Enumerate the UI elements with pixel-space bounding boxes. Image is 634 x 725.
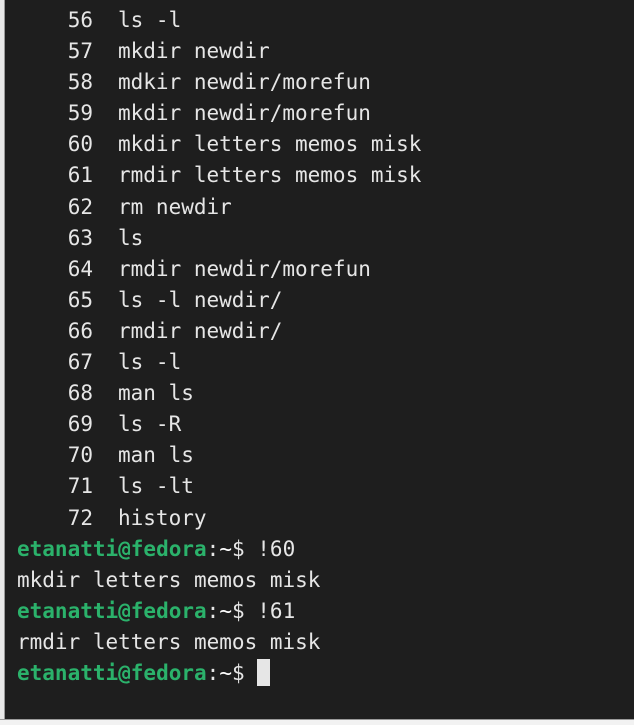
- prompt-user-host: etanatti@fedora: [17, 536, 207, 561]
- prompt-colon: :: [206, 660, 220, 685]
- history-number: 65: [67, 287, 93, 312]
- history-line: 57 mkdir newdir: [5, 36, 421, 67]
- history-line: 64 rmdir newdir/morefun: [5, 254, 421, 285]
- history-line: 56 ls -l: [5, 5, 421, 36]
- history-command: ls -l: [118, 350, 182, 375]
- history-line: 63 ls: [5, 223, 421, 254]
- history-command: rmdir newdir/: [118, 318, 283, 343]
- history-line: 65 ls -l newdir/: [5, 285, 421, 316]
- history-number: 71: [67, 474, 93, 499]
- history-number: 56: [67, 8, 93, 32]
- history-line: 58 mdkir newdir/morefun: [5, 67, 421, 98]
- history-line: 67 ls -l: [5, 347, 421, 378]
- history-number: 59: [67, 101, 93, 126]
- history-number: 63: [67, 225, 93, 250]
- history-line: 70 man ls: [5, 440, 421, 471]
- history-line: 59 mkdir newdir/morefun: [5, 98, 421, 129]
- history-line: 62 rm newdir: [5, 192, 421, 223]
- entered-command: !60: [257, 536, 296, 561]
- history-command: mkdir letters memos misk: [118, 132, 422, 157]
- terminal-window[interactable]: 56 ls -l 57 mkdir newdir 58 mdkir newdir/mo…: [5, 0, 634, 719]
- history-number: 68: [67, 381, 93, 406]
- prompt-colon: :: [206, 598, 220, 623]
- history-line: 68 man ls: [5, 378, 421, 409]
- prompt-colon: :: [206, 536, 220, 561]
- history-number: 69: [67, 412, 93, 437]
- history-number: 72: [67, 505, 93, 530]
- history-line: 61 rmdir letters memos misk: [5, 160, 422, 191]
- entered-command: !61: [257, 598, 296, 623]
- history-number: 62: [67, 194, 93, 219]
- history-number: 64: [67, 256, 93, 281]
- history-number: 67: [67, 350, 93, 375]
- history-command: mkdir newdir/morefun: [118, 101, 371, 126]
- history-command: ls -R: [118, 412, 182, 437]
- terminal-output: 56 ls -l 57 mkdir newdir 58 mdkir newdir/mo…: [5, 5, 421, 689]
- history-line: 72 history: [5, 503, 421, 534]
- history-command: ls: [118, 225, 144, 250]
- active-prompt-line[interactable]: etanatti@fedora:~$: [5, 658, 421, 689]
- history-command: mdkir newdir/morefun: [118, 70, 371, 95]
- history-command: ls -l: [118, 8, 182, 32]
- history-command: rm newdir: [118, 194, 232, 219]
- prompt-dollar: $: [231, 536, 245, 561]
- history-line: 71 ls -lt: [5, 471, 421, 502]
- prompt-path: ~: [219, 536, 232, 561]
- prompt-line: etanatti@fedora:~$ !61: [5, 596, 421, 627]
- history-number: 66: [67, 318, 93, 343]
- history-line: 66 rmdir newdir/: [5, 316, 421, 347]
- prompt-dollar: $: [231, 598, 245, 623]
- history-command: ls -lt: [118, 474, 194, 499]
- prompt-path: ~: [219, 598, 232, 623]
- history-number: 61: [67, 163, 93, 188]
- command-output: mkdir letters memos misk: [17, 567, 321, 592]
- history-line: 69 ls -R: [5, 409, 421, 440]
- text-cursor[interactable]: [256, 658, 270, 686]
- history-command: man ls: [118, 443, 194, 468]
- history-command: mkdir newdir: [118, 39, 270, 64]
- history-number: 58: [67, 70, 93, 95]
- history-number: 57: [67, 39, 93, 64]
- history-number: 70: [67, 443, 93, 468]
- history-command: rmdir letters memos misk: [118, 163, 422, 188]
- prompt-user-host: etanatti@fedora: [17, 660, 207, 685]
- prompt-dollar: $: [231, 660, 245, 685]
- history-number: 60: [67, 132, 93, 157]
- prompt-user-host: etanatti@fedora: [17, 598, 207, 623]
- history-line: 60 mkdir letters memos misk: [5, 129, 422, 160]
- command-output: rmdir letters memos misk: [17, 629, 321, 654]
- history-command: ls -l newdir/: [118, 287, 283, 312]
- window-bottom-border: [0, 719, 634, 725]
- history-command: rmdir newdir/morefun: [118, 256, 371, 281]
- history-command: history: [118, 505, 207, 530]
- prompt-line: etanatti@fedora:~$ !60: [5, 534, 421, 565]
- history-command: man ls: [118, 381, 194, 406]
- prompt-path: ~: [219, 660, 232, 685]
